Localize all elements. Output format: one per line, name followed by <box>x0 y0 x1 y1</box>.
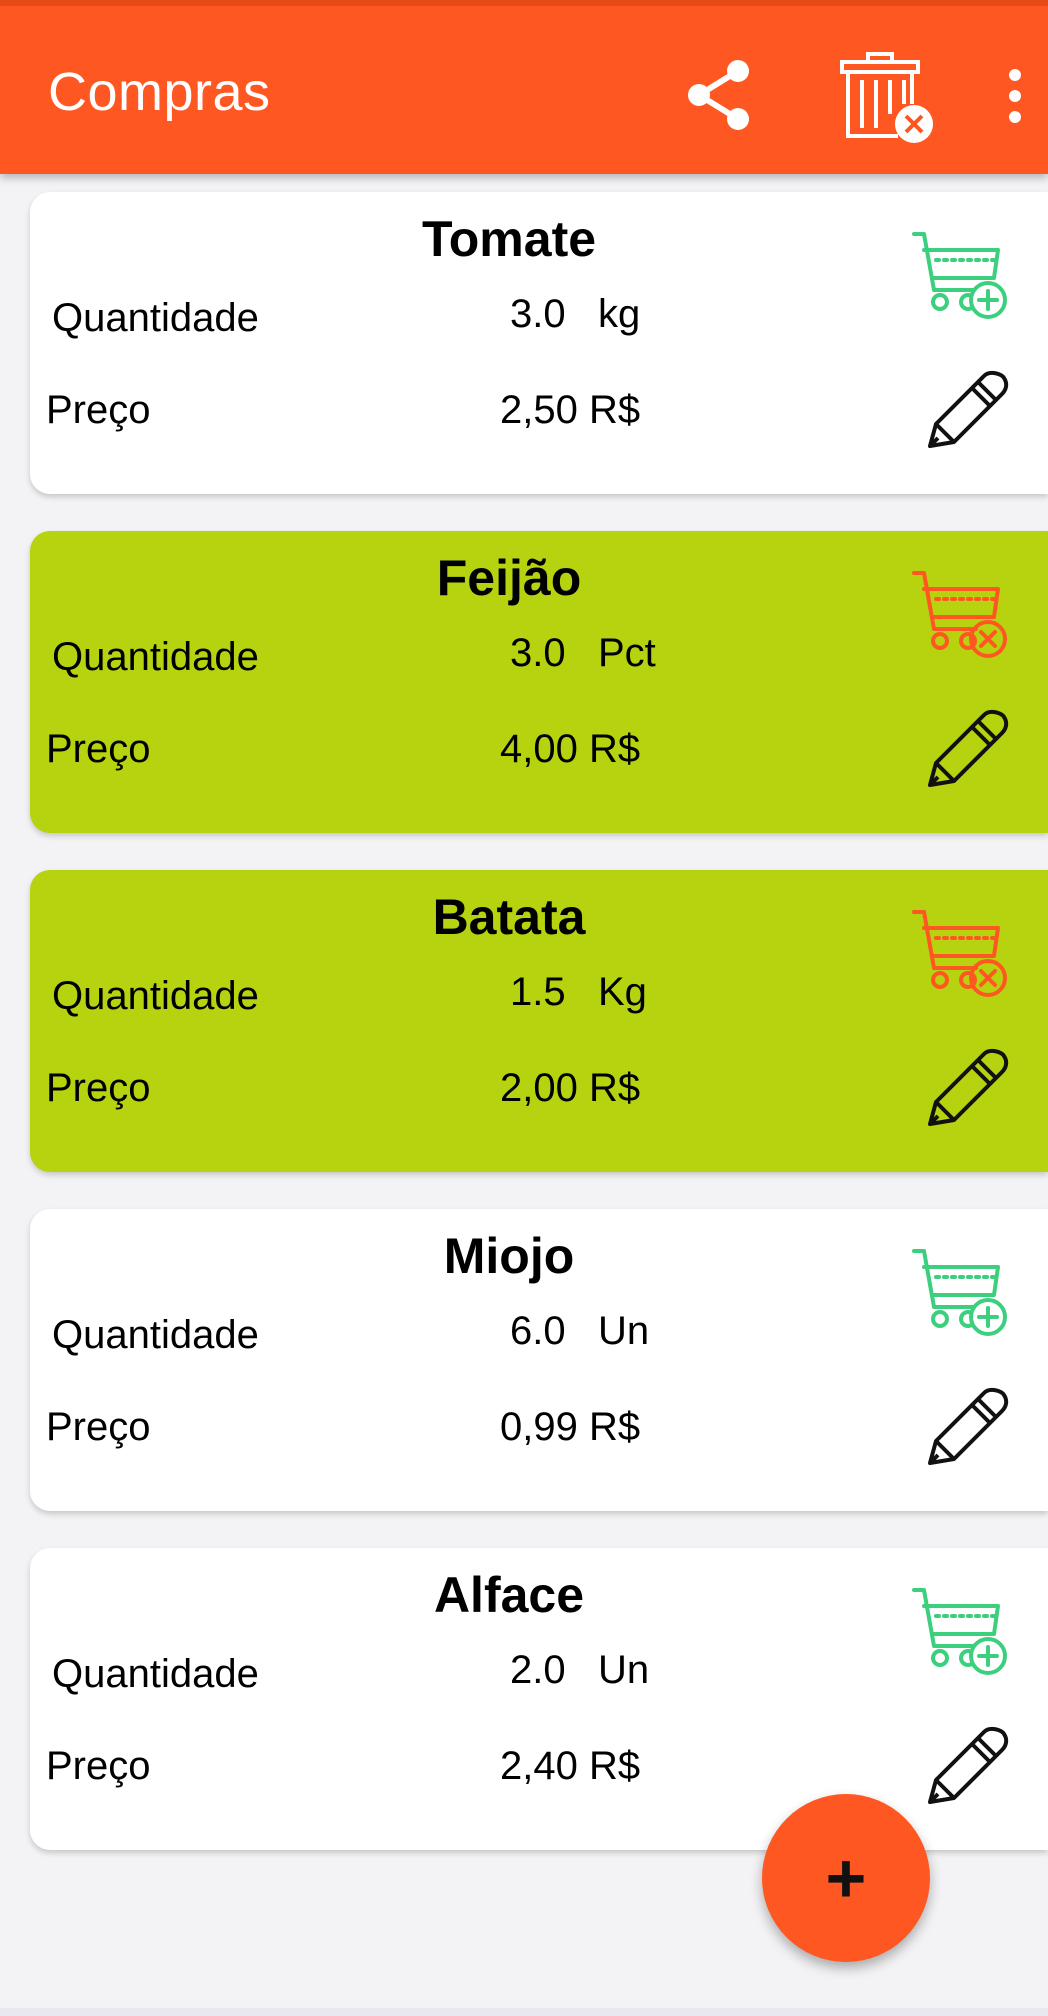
price-value: 2,50 R$ <box>500 388 641 432</box>
price-value: 2,00 R$ <box>500 1066 641 1110</box>
item-name: Feijão <box>436 550 582 606</box>
cart-add-icon[interactable] <box>910 230 1010 322</box>
price-label: Preço <box>46 727 151 771</box>
list-item[interactable]: Batata Quantidade 1.5 Kg Preço 2,00 R$ <box>30 870 1048 1172</box>
quantity-label: Quantidade <box>52 296 259 340</box>
app-bar: Compras <box>0 0 1048 174</box>
item-name: Alface <box>433 1567 585 1623</box>
quantity-unit: Kg <box>598 970 647 1014</box>
quantity-unit: Pct <box>598 631 656 675</box>
edit-pencil-icon[interactable] <box>924 1046 1010 1130</box>
quantity-value: 6.0 <box>510 1309 566 1353</box>
price-value: 4,00 R$ <box>500 727 641 771</box>
delete-all-icon[interactable] <box>838 52 938 148</box>
list-item[interactable]: Miojo Quantidade 6.0 Un Preço 0,99 R$ <box>30 1209 1048 1511</box>
edit-pencil-icon[interactable] <box>924 368 1010 452</box>
list-item[interactable]: Tomate Quantidade 3.0 kg Preço 2,50 R$ <box>30 192 1048 494</box>
share-icon[interactable] <box>686 58 754 132</box>
quantity-value: 3.0 <box>510 631 566 675</box>
price-value: 2,40 R$ <box>500 1744 641 1788</box>
cart-add-icon[interactable] <box>910 1247 1010 1339</box>
quantity-label: Quantidade <box>52 974 259 1018</box>
item-name: Batata <box>432 889 586 945</box>
edit-pencil-icon[interactable] <box>924 1385 1010 1469</box>
cart-remove-icon[interactable] <box>910 569 1010 661</box>
quantity-value: 1.5 <box>510 970 566 1014</box>
quantity-unit: Un <box>598 1309 650 1353</box>
item-name: Miojo <box>443 1228 575 1284</box>
quantity-label: Quantidade <box>52 1652 259 1696</box>
quantity-value: 3.0 <box>510 292 566 336</box>
quantity-label: Quantidade <box>52 1313 259 1357</box>
price-value: 0,99 R$ <box>500 1405 641 1449</box>
price-label: Preço <box>46 1066 151 1110</box>
price-label: Preço <box>46 388 151 432</box>
cart-remove-icon[interactable] <box>910 908 1010 1000</box>
edit-pencil-icon[interactable] <box>924 1724 1010 1808</box>
quantity-unit: Un <box>598 1648 650 1692</box>
plus-icon: + <box>825 1839 867 1917</box>
bottom-divider <box>0 2008 1048 2016</box>
cart-add-icon[interactable] <box>910 1586 1010 1678</box>
price-label: Preço <box>46 1405 151 1449</box>
page-title: Compras <box>48 62 271 122</box>
quantity-unit: kg <box>598 292 641 336</box>
price-label: Preço <box>46 1744 151 1788</box>
quantity-value: 2.0 <box>510 1648 566 1692</box>
edit-pencil-icon[interactable] <box>924 707 1010 791</box>
quantity-label: Quantidade <box>52 635 259 679</box>
overflow-menu-icon[interactable] <box>1000 68 1030 124</box>
item-name: Tomate <box>421 211 597 267</box>
list-item[interactable]: Feijão Quantidade 3.0 Pct Preço 4,00 R$ <box>30 531 1048 833</box>
add-item-button[interactable]: + <box>762 1794 930 1962</box>
